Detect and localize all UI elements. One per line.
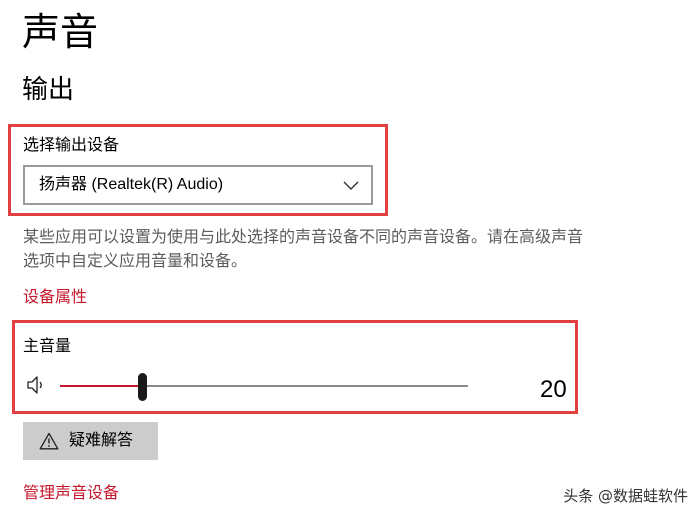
output-device-label: 选择输出设备 (23, 135, 120, 154)
output-section-title: 输出 (22, 75, 75, 105)
troubleshoot-label: 疑难解答 (69, 432, 134, 449)
page-title: 声音 (22, 10, 99, 54)
troubleshoot-button[interactable]: 疑难解答 (23, 422, 158, 460)
master-volume-slider[interactable] (60, 373, 468, 401)
master-volume-label: 主音量 (23, 336, 72, 355)
warning-icon (39, 432, 59, 450)
sound-settings-page: 声音 输出 选择输出设备 扬声器 (Realtek(R) Audio) 某些应用… (0, 0, 700, 520)
chevron-down-icon (343, 181, 359, 190)
output-device-dropdown[interactable]: 扬声器 (Realtek(R) Audio) (23, 165, 373, 205)
device-properties-link[interactable]: 设备属性 (23, 286, 87, 308)
speaker-icon[interactable] (26, 374, 46, 396)
manage-sound-devices-link[interactable]: 管理声音设备 (23, 482, 119, 504)
watermark-text: 头条 @数据蛙软件 (563, 487, 688, 505)
slider-thumb[interactable] (137, 373, 147, 401)
output-device-description: 某些应用可以设置为使用与此处选择的声音设备不同的声音设备。请在高级声音选项中自定… (23, 227, 584, 270)
output-device-selected-value: 扬声器 (Realtek(R) Audio) (39, 176, 224, 193)
master-volume-value: 20 (540, 376, 567, 403)
slider-fill (60, 385, 142, 387)
